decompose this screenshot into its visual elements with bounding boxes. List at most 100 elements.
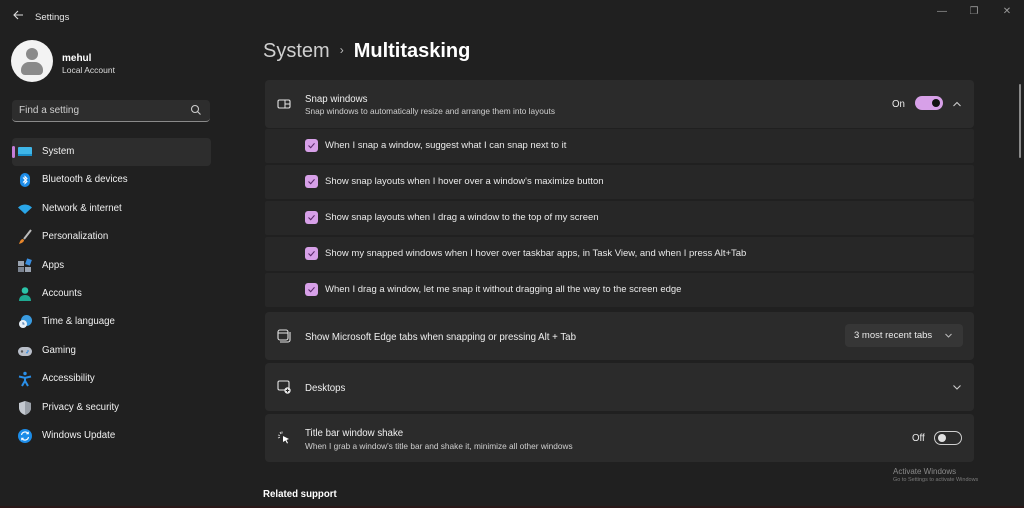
snap-option-checkbox[interactable]: [305, 247, 318, 260]
breadcrumb-separator: ›: [339, 43, 344, 57]
sidebar-item-label: Accounts: [42, 287, 82, 299]
snap-windows-title: Snap windows: [305, 94, 368, 105]
checkmark-icon: [308, 142, 315, 149]
sidebar-item-windows-update[interactable]: Windows Update: [12, 422, 211, 450]
search-input[interactable]: [12, 100, 189, 120]
edge-tabs-title: Show Microsoft Edge tabs when snapping o…: [305, 332, 576, 343]
scrollbar-thumb[interactable]: [1019, 84, 1021, 158]
snap-windows-state: On: [892, 99, 905, 110]
checkmark-icon: [308, 250, 315, 257]
avatar: [11, 40, 53, 82]
snap-option-checkbox[interactable]: [305, 283, 318, 296]
sidebar-item-label: Network & internet: [42, 202, 122, 214]
edge-tabs-icon: [277, 329, 291, 343]
sidebar-item-network[interactable]: Network & internet: [12, 195, 211, 223]
related-support-heading: Related support: [263, 489, 337, 500]
maximize-button[interactable]: ❐: [962, 4, 986, 20]
sidebar-item-system[interactable]: System: [12, 138, 211, 167]
wifi-icon: [18, 204, 32, 214]
snap-option-label: Show snap layouts when I drag a window t…: [325, 212, 599, 223]
edge-tabs-selected: 3 most recent tabs: [854, 330, 933, 341]
snap-windows-card[interactable]: Snap windows Snap windows to automatical…: [265, 80, 974, 128]
back-button[interactable]: [10, 9, 26, 25]
sidebar-item-apps[interactable]: Apps: [12, 252, 211, 280]
close-icon: ✕: [1002, 6, 1012, 17]
desktops-icon: [277, 380, 291, 394]
search-icon[interactable]: [190, 104, 202, 116]
system-display-icon: [18, 147, 32, 156]
chevron-down-icon[interactable]: [951, 381, 963, 393]
edge-tabs-dropdown[interactable]: 3 most recent tabs: [845, 324, 963, 347]
sidebar-item-label: Accessibility: [42, 373, 95, 385]
sidebar-item-label: Time & language: [42, 316, 115, 328]
snap-windows-icon: [277, 99, 291, 109]
title-bar-shake-state: Off: [912, 433, 925, 444]
toggle-knob: [938, 434, 946, 442]
snap-option-row[interactable]: Show my snapped windows when I hover ove…: [265, 237, 974, 271]
checkmark-icon: [308, 286, 315, 293]
snap-option-label: Show my snapped windows when I hover ove…: [325, 248, 747, 259]
activate-windows-watermark: Activate Windows: [893, 467, 957, 476]
chevron-up-icon[interactable]: [951, 98, 963, 110]
accessibility-icon: [18, 371, 32, 387]
shake-cursor-icon: [277, 431, 289, 444]
sidebar-item-label: Windows Update: [42, 429, 116, 441]
page-title: Multitasking: [353, 40, 471, 62]
active-indicator: [12, 146, 15, 158]
snap-windows-subtitle: Snap windows to automatically resize and…: [305, 106, 555, 116]
sidebar-item-label: System: [42, 146, 75, 157]
toggle-knob: [932, 99, 940, 107]
snap-windows-toggle[interactable]: [915, 96, 943, 110]
sidebar-item-accessibility[interactable]: Accessibility: [12, 365, 211, 393]
breadcrumb-parent[interactable]: System: [263, 40, 330, 62]
bluetooth-icon: [20, 173, 30, 188]
desktops-title: Desktops: [305, 383, 346, 394]
sidebar-item-personalization[interactable]: Personalization: [12, 223, 211, 251]
avatar-body-icon: [21, 62, 43, 75]
title-bar-shake-card: Title bar window shake When I grab a win…: [265, 414, 974, 462]
snap-option-row[interactable]: When I snap a window, suggest what I can…: [265, 129, 974, 163]
paintbrush-icon: [19, 229, 32, 245]
shield-icon: [19, 400, 31, 415]
app-title: Settings: [35, 12, 70, 23]
apps-icon: [18, 257, 32, 272]
title-bar-shake-toggle[interactable]: [934, 431, 962, 445]
minimize-button[interactable]: —: [930, 4, 954, 20]
accounts-icon: [19, 287, 31, 301]
snap-option-checkbox[interactable]: [305, 175, 318, 188]
snap-option-row[interactable]: Show snap layouts when I drag a window t…: [265, 201, 974, 235]
clock-globe-icon: [19, 315, 32, 329]
activate-windows-hint: Go to Settings to activate Windows: [893, 477, 979, 483]
sidebar-item-label: Privacy & security: [42, 401, 119, 413]
search-box: [12, 100, 210, 122]
close-button[interactable]: ✕: [995, 4, 1019, 20]
back-arrow-icon: [13, 10, 23, 20]
checkmark-icon: [308, 178, 315, 185]
update-icon: [18, 428, 32, 443]
sidebar-item-gaming[interactable]: Gaming: [12, 337, 211, 365]
snap-option-row[interactable]: Show snap layouts when I hover over a wi…: [265, 165, 974, 199]
avatar-head-icon: [26, 48, 38, 60]
title-bar-shake-subtitle: When I grab a window's title bar and sha…: [305, 441, 573, 451]
snap-option-checkbox[interactable]: [305, 211, 318, 224]
sidebar-item-time-language[interactable]: Time & language: [12, 308, 211, 336]
sidebar-item-label: Apps: [42, 259, 65, 271]
sidebar-item-label: Personalization: [42, 231, 109, 243]
sidebar-item-bluetooth[interactable]: Bluetooth & devices: [12, 166, 211, 194]
snap-option-row[interactable]: When I drag a window, let me snap it wit…: [265, 273, 974, 307]
sidebar-item-label: Gaming: [42, 344, 76, 356]
gamepad-icon: [18, 346, 32, 356]
checkmark-icon: [308, 214, 315, 221]
snap-option-checkbox[interactable]: [305, 139, 318, 152]
edge-tabs-card: Show Microsoft Edge tabs when snapping o…: [265, 312, 974, 360]
sidebar-item-accounts[interactable]: Accounts: [12, 280, 211, 308]
snap-option-label: When I snap a window, suggest what I can…: [325, 140, 567, 151]
minimize-icon: —: [937, 6, 947, 17]
snap-option-label: When I drag a window, let me snap it wit…: [325, 284, 682, 295]
title-bar-shake-title: Title bar window shake: [305, 428, 404, 439]
snap-option-label: Show snap layouts when I hover over a wi…: [325, 176, 604, 187]
chevron-down-icon: [945, 333, 952, 338]
desktops-card[interactable]: Desktops: [265, 363, 974, 411]
sidebar-item-privacy-security[interactable]: Privacy & security: [12, 394, 211, 422]
title-bar: Settings — ❐ ✕: [0, 0, 1024, 32]
